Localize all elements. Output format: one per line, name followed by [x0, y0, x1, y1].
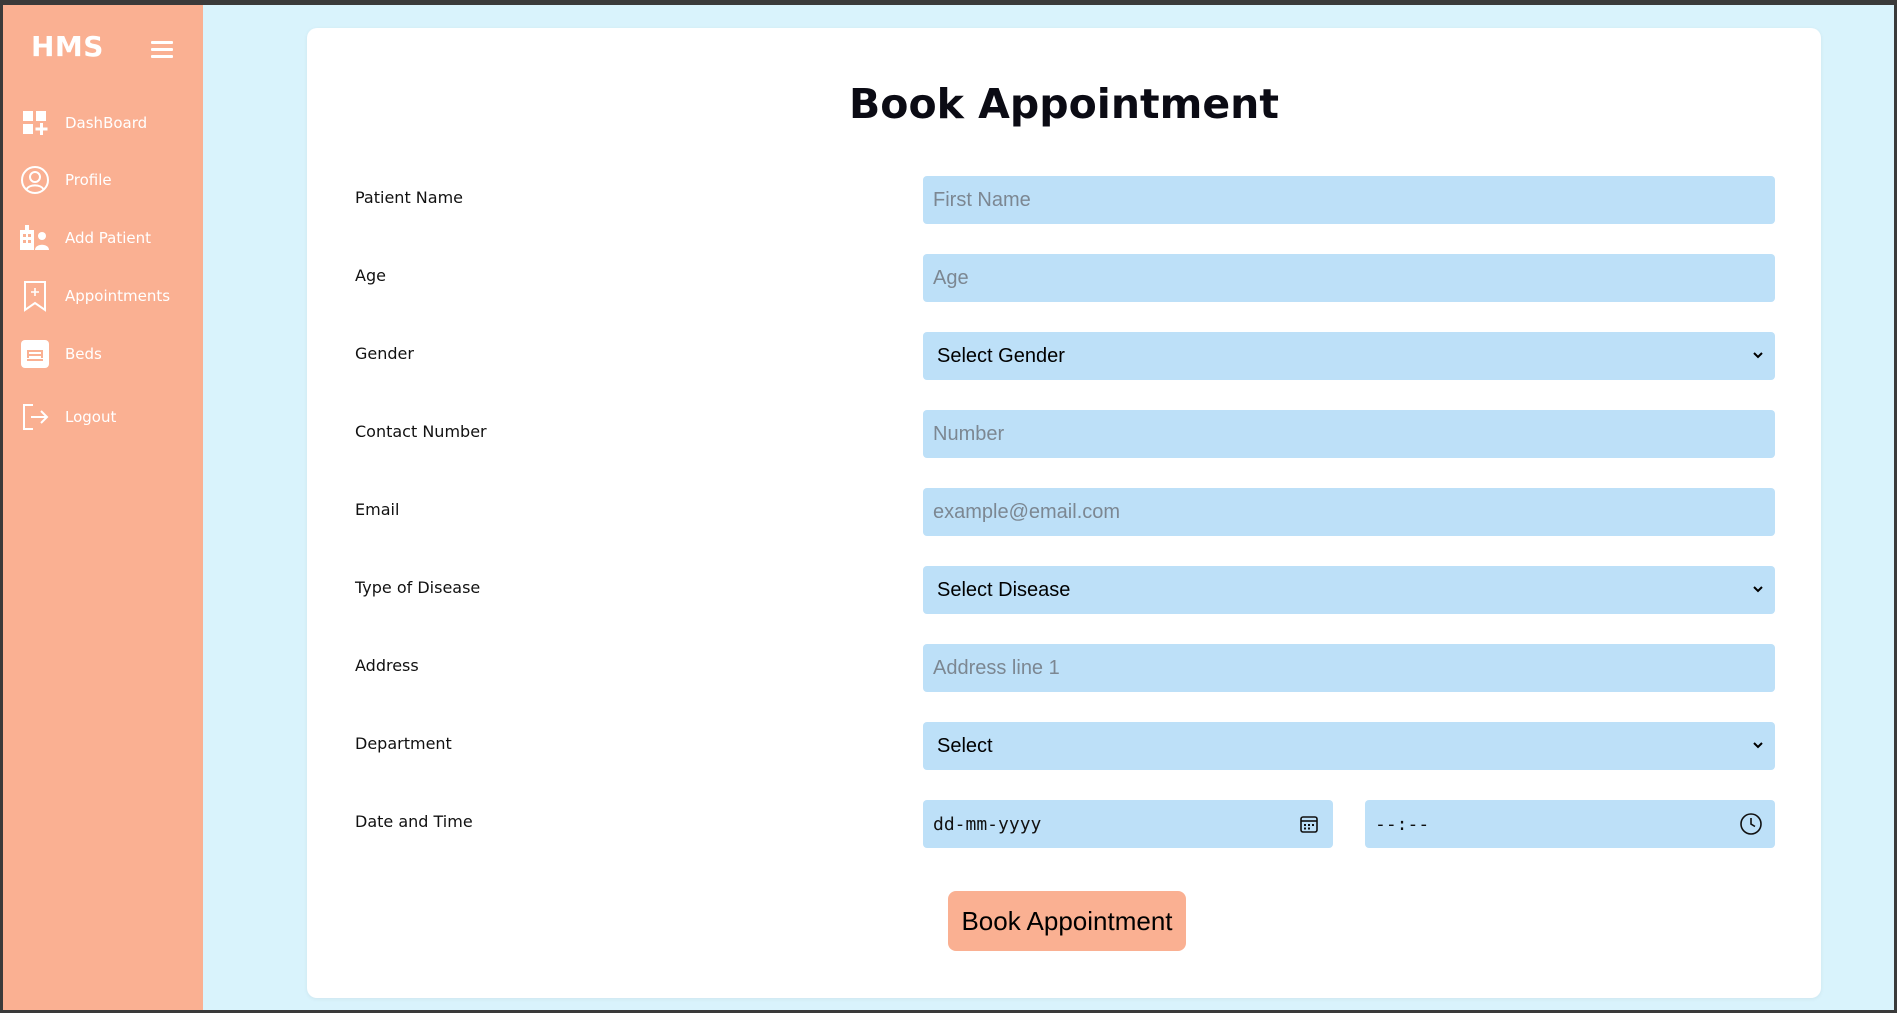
- disease-select[interactable]: Select Disease: [923, 566, 1775, 614]
- sidebar-item-label: Add Patient: [65, 229, 152, 247]
- disease-type-label: Type of Disease: [355, 578, 481, 597]
- sidebar-item-appointments[interactable]: Appointments: [3, 274, 203, 318]
- sidebar-item-dashboard[interactable]: DashBoard: [3, 101, 203, 145]
- sidebar-item-add-patient[interactable]: Add Patient: [3, 216, 203, 260]
- dashboard-icon: [19, 107, 51, 139]
- bookmark-plus-icon: [19, 280, 51, 312]
- email-field[interactable]: example@email.com: [923, 488, 1775, 536]
- age-label: Age: [355, 266, 386, 285]
- time-input[interactable]: --:--: [1365, 800, 1775, 848]
- chevron-down-icon: [1753, 352, 1763, 359]
- app-window: HMS DashBoard Profile Add Patient Appoin…: [3, 5, 1894, 1010]
- sidebar-item-logout[interactable]: Logout: [3, 395, 203, 439]
- gender-select-value: Select Gender: [937, 344, 1065, 367]
- date-input-value: dd-mm-yyyy: [933, 813, 1042, 835]
- gender-label: Gender: [355, 344, 414, 363]
- appointment-form-card: Book Appointment Patient Name First Name…: [307, 28, 1821, 998]
- disease-select-value: Select Disease: [937, 578, 1071, 601]
- age-input[interactable]: Age: [923, 254, 1775, 302]
- date-input[interactable]: dd-mm-yyyy: [923, 800, 1333, 848]
- add-patient-icon: [19, 222, 51, 254]
- sidebar-item-beds[interactable]: Beds: [3, 332, 203, 376]
- department-label: Department: [355, 734, 452, 753]
- sidebar-item-profile[interactable]: Profile: [3, 158, 203, 202]
- menu-toggle-icon[interactable]: [151, 41, 173, 59]
- contact-number-label: Contact Number: [355, 422, 487, 441]
- date-time-label: Date and Time: [355, 812, 473, 831]
- sidebar-item-label: Logout: [65, 408, 117, 426]
- sidebar-item-label: DashBoard: [65, 114, 148, 132]
- sidebar: HMS DashBoard Profile Add Patient Appoin…: [3, 5, 203, 1010]
- chevron-down-icon: [1753, 586, 1763, 593]
- calendar-icon[interactable]: [1297, 812, 1321, 836]
- user-circle-icon: [19, 164, 51, 196]
- sidebar-item-label: Profile: [65, 171, 112, 189]
- clock-icon[interactable]: [1739, 812, 1763, 836]
- logout-icon: [19, 401, 51, 433]
- patient-name-label: Patient Name: [355, 188, 463, 207]
- sidebar-item-label: Appointments: [65, 287, 171, 305]
- chevron-down-icon: [1753, 742, 1763, 749]
- brand-logo: HMS: [31, 30, 104, 63]
- contact-number-input[interactable]: Number: [923, 410, 1775, 458]
- department-select-value: Select: [937, 734, 993, 757]
- book-appointment-button[interactable]: Book Appointment: [948, 891, 1186, 951]
- address-label: Address: [355, 656, 419, 675]
- department-select[interactable]: Select: [923, 722, 1775, 770]
- patient-name-input[interactable]: First Name: [923, 176, 1775, 224]
- gender-select[interactable]: Select Gender: [923, 332, 1775, 380]
- page-title: Book Appointment: [849, 80, 1279, 128]
- sidebar-item-label: Beds: [65, 345, 102, 363]
- time-input-value: --:--: [1375, 813, 1430, 835]
- bed-icon: [19, 338, 51, 370]
- email-label: Email: [355, 500, 400, 519]
- address-input[interactable]: Address line 1: [923, 644, 1775, 692]
